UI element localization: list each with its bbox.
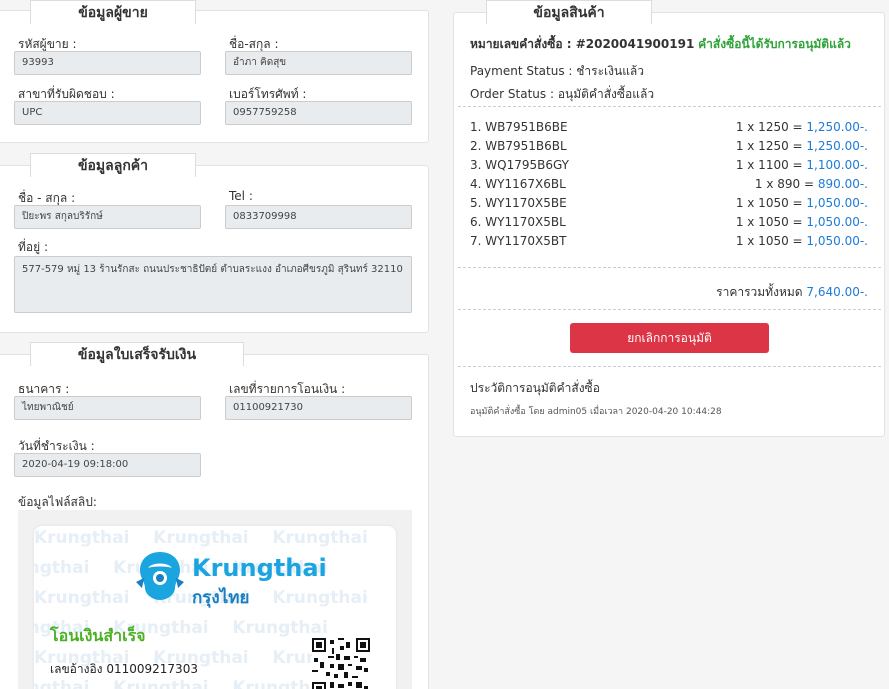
list-item: 3. WQ1795B6GY 1 x 1100 = 1,100.00-. [470, 158, 868, 177]
list-item: 6. WY1170X5BL 1 x 1050 = 1,050.00-. [470, 215, 868, 234]
item-calc: 1 x 1050 = [735, 196, 807, 210]
seller-legend: ข้อมูลผู้ขาย [30, 0, 196, 24]
list-item: 4. WY1167X6BL 1 x 890 = 890.00-. [470, 177, 868, 196]
product-legend: ข้อมูลสินค้า [486, 0, 652, 24]
item-total: 1,050.00-. [806, 234, 868, 248]
item-calc: 1 x 1050 = [735, 234, 807, 248]
cancel-approval-button[interactable]: ยกเลิกการอนุมัติ [570, 323, 769, 353]
divider [458, 106, 881, 107]
item-calc: 1 x 1250 = [735, 120, 807, 134]
receipt-legend: ข้อมูลใบเสร็จรับเงิน [30, 342, 244, 366]
divider [458, 267, 881, 268]
payment-status: Payment Status : ชำระเงินแล้ว [470, 64, 645, 78]
customer-tel-field: 0833709998 [225, 205, 412, 229]
qr-code-icon [312, 638, 370, 689]
item-name: 4. WY1167X6BL [470, 177, 566, 191]
order-approved-note: คำสั่งซื้อนี้ได้รับการอนุมัติแล้ว [698, 37, 851, 51]
seller-branch-field: UPC [14, 101, 201, 125]
order-number-line: หมายเลขคำสั่งซื้อ : #2020041900191 คำสั่… [470, 35, 851, 54]
seller-phone-field: 0957759258 [225, 101, 412, 125]
item-name: 2. WB7951B6BL [470, 139, 567, 153]
order-number: หมายเลขคำสั่งซื้อ : #2020041900191 [470, 37, 695, 51]
total-label: ราคารวมทั้งหมด [716, 285, 803, 299]
item-total: 1,250.00-. [806, 120, 868, 134]
item-calc: 1 x 1250 = [735, 139, 807, 153]
item-total: 1,100.00-. [806, 158, 868, 172]
receipt-date-field: 2020-04-19 09:18:00 [14, 453, 201, 477]
item-name: 7. WY1170X5BT [470, 234, 567, 248]
list-item: 5. WY1170X5BE 1 x 1050 = 1,050.00-. [470, 196, 868, 215]
total-value: 7,640.00-. [806, 285, 868, 299]
item-total: 890.00-. [817, 177, 868, 191]
item-name: 6. WY1170X5BL [470, 215, 566, 229]
customer-legend: ข้อมูลลูกค้า [30, 153, 196, 177]
list-item: 1. WB7951B6BE 1 x 1250 = 1,250.00-. [470, 120, 868, 139]
slip-watermark: Krungthai Krungthai Krungthai [34, 678, 328, 689]
transfer-slip-image[interactable]: Krungthai Krungthai Krungthai Krungthai … [18, 510, 412, 689]
item-name: 1. WB7951B6BE [470, 120, 568, 134]
order-total: ราคารวมทั้งหมด 7,640.00-. [716, 283, 868, 302]
item-calc: 1 x 1100 = [735, 158, 807, 172]
customer-address-label: ที่อยู่ : [18, 240, 49, 254]
item-total: 1,050.00-. [806, 215, 868, 229]
slip-bank-name: Krungthai [192, 554, 327, 582]
list-item: 7. WY1170X5BT 1 x 1050 = 1,050.00-. [470, 234, 868, 253]
item-calc: 1 x 1050 = [735, 215, 807, 229]
approval-history-entry: อนุมัติคำสั่งซื้อ โดย admin05 เมื่อเวลา … [470, 407, 722, 417]
list-item: 2. WB7951B6BL 1 x 1250 = 1,250.00-. [470, 139, 868, 158]
seller-name-field: อำภา คิดสุข [225, 51, 412, 75]
receipt-transfer-field: 01100921730 [225, 396, 412, 420]
seller-code-field: 93993 [14, 51, 201, 75]
slip-success-text: โอนเงินสำเร็จ [50, 626, 146, 645]
krungthai-bird-icon [136, 552, 184, 600]
slip-card: Krungthai Krungthai Krungthai Krungthai … [34, 526, 396, 689]
receipt-bank-field: ไทยพาณิชย์ [14, 396, 201, 420]
item-name: 3. WQ1795B6GY [470, 158, 570, 172]
customer-tel-label: Tel : [229, 189, 253, 203]
slip-watermark: Krungthai Krungthai Krungthai [34, 528, 368, 548]
divider [458, 366, 881, 367]
item-name: 5. WY1170X5BE [470, 196, 567, 210]
slip-bank-name-thai: กรุงไทย [192, 588, 250, 608]
item-list: 1. WB7951B6BE 1 x 1250 = 1,250.00-. 2. WB… [454, 120, 884, 260]
item-calc: 1 x 890 = [754, 177, 818, 191]
slip-reference: เลขอ้างอิง 011009217303 [50, 662, 198, 676]
customer-address-field: 577-579 หมู่ 13 ร้านรักสะ ถนนประชาธิปัตย… [14, 256, 412, 313]
item-total: 1,250.00-. [806, 139, 868, 153]
customer-name-field: ปิยะพร สกุลบริรักษ์ [14, 205, 201, 229]
order-status: Order Status : อนุมัติคำสั่งซื้อแล้ว [470, 87, 655, 101]
divider [458, 309, 881, 310]
approval-history-title: ประวัติการอนุมัติคำสั่งซื้อ [470, 381, 600, 395]
item-total: 1,050.00-. [806, 196, 868, 210]
